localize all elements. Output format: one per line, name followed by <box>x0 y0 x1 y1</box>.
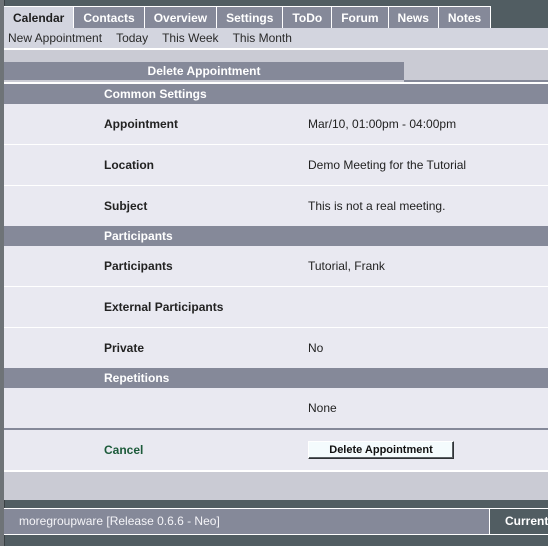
field-value: None <box>308 401 337 415</box>
section-header-participants: Participants <box>4 226 548 246</box>
field-label: Private <box>104 341 145 355</box>
release-info: moregroupware [Release 0.6.6 - Neo] <box>4 509 490 534</box>
page-title: Delete Appointment <box>4 62 404 80</box>
calendar-subnav: New Appointment Today This Week This Mon… <box>4 28 548 50</box>
tab-overview[interactable]: Overview <box>144 6 218 28</box>
field-label: Participants <box>104 259 173 273</box>
field-row-participants: Participants Tutorial, Frank <box>4 246 548 287</box>
tab-settings[interactable]: Settings <box>217 6 284 28</box>
field-label: Subject <box>104 199 148 213</box>
section-header-repetitions: Repetitions <box>4 368 548 388</box>
field-row-appointment: Appointment Mar/10, 01:00pm - 04:00pm <box>4 104 548 145</box>
tab-forum[interactable]: Forum <box>332 6 389 28</box>
new-appointment-link[interactable]: New Appointment <box>8 31 102 45</box>
field-value: Demo Meeting for the Tutorial <box>308 158 467 172</box>
delete-appointment-button[interactable]: Delete Appointment <box>308 441 454 459</box>
section-header-common-settings: Common Settings <box>4 84 548 104</box>
this-month-link[interactable]: This Month <box>233 31 292 45</box>
field-value: Mar/10, 01:00pm - 04:00pm <box>308 117 457 131</box>
form-actions: Cancel Delete Appointment <box>4 430 548 472</box>
page: Calendar Contacts Overview Settings ToDo… <box>4 0 548 546</box>
field-row-private: Private No <box>4 328 548 368</box>
current-user-label: Current <box>490 509 548 534</box>
field-value: This is not a real meeting. <box>308 199 446 213</box>
footer: moregroupware [Release 0.6.6 - Neo] Curr… <box>4 508 548 535</box>
this-week-link[interactable]: This Week <box>162 31 218 45</box>
delete-appointment-form: Common Settings Appointment Mar/10, 01:0… <box>4 82 548 472</box>
field-value: No <box>308 341 324 355</box>
tab-todo[interactable]: ToDo <box>283 6 333 28</box>
field-label: External Participants <box>104 300 224 314</box>
cancel-link[interactable]: Cancel <box>104 443 308 457</box>
tab-contacts[interactable]: Contacts <box>74 6 145 28</box>
tab-news[interactable]: News <box>388 6 439 28</box>
field-value: Tutorial, Frank <box>308 259 385 273</box>
field-row-location: Location Demo Meeting for the Tutorial <box>4 145 548 186</box>
field-row-external-participants: External Participants <box>4 287 548 328</box>
tab-calendar[interactable]: Calendar <box>4 6 75 29</box>
field-label: Location <box>104 158 154 172</box>
field-row-repetitions: None <box>4 388 548 428</box>
field-row-subject: Subject This is not a real meeting. <box>4 186 548 226</box>
field-label: Appointment <box>104 117 178 131</box>
today-link[interactable]: Today <box>116 31 148 45</box>
tab-notes[interactable]: Notes <box>438 6 492 28</box>
main-tabs: Calendar Contacts Overview Settings ToDo… <box>4 6 492 29</box>
